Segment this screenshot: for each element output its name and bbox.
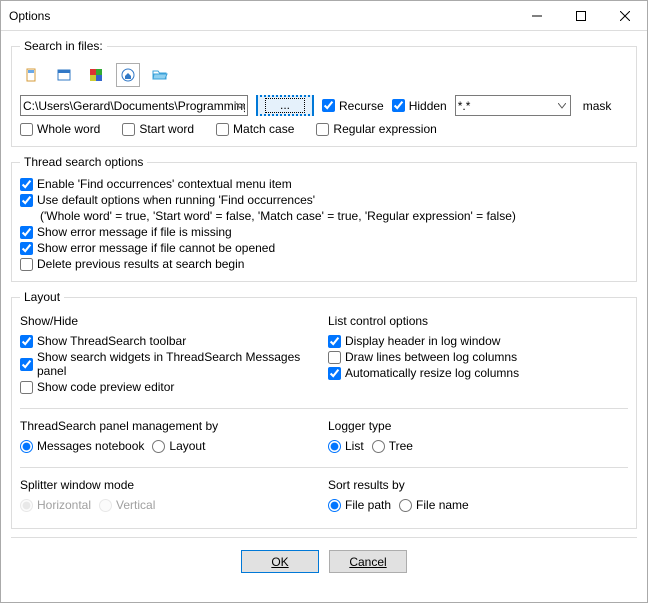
sort-group: Sort results by File path File name xyxy=(328,474,628,514)
search-in-files-legend: Search in files: xyxy=(20,39,107,53)
layout-top-columns: Show/Hide Show ThreadSearch toolbar Show… xyxy=(20,310,628,402)
layout-mid-columns: ThreadSearch panel management by Message… xyxy=(20,415,628,461)
delete-prev-checkbox[interactable]: Delete previous results at search begin xyxy=(20,257,244,271)
layout-legend: Layout xyxy=(20,290,64,304)
toolbar-row xyxy=(20,63,628,87)
show-preview-checkbox[interactable]: Show code preview editor xyxy=(20,380,174,394)
show-toolbar-checkbox[interactable]: Show ThreadSearch toolbar xyxy=(20,334,186,348)
mask-input[interactable] xyxy=(455,95,571,116)
mask-combo[interactable] xyxy=(455,95,571,116)
layout-group: Layout Show/Hide Show ThreadSearch toolb… xyxy=(11,290,637,529)
sort-name-radio[interactable]: File name xyxy=(399,498,469,512)
browse-button[interactable]: ... xyxy=(256,95,314,116)
thread-options-group: Thread search options Enable 'Find occur… xyxy=(11,155,637,282)
titlebar: Options xyxy=(1,1,647,31)
separator xyxy=(20,408,628,409)
sort-path-radio[interactable]: File path xyxy=(328,498,391,512)
close-button[interactable] xyxy=(603,1,647,30)
separator xyxy=(11,537,637,538)
logger-list-radio[interactable]: List xyxy=(328,439,364,453)
content: Search in files: ... Recurse Hidden xyxy=(1,31,647,602)
window-title: Options xyxy=(9,9,515,23)
splitter-group: Splitter window mode Horizontal Vertical xyxy=(20,474,320,514)
separator xyxy=(20,467,628,468)
show-widgets-checkbox[interactable]: Show search widgets in ThreadSearch Mess… xyxy=(20,350,320,378)
show-hide-legend: Show/Hide xyxy=(20,314,320,328)
colors-icon[interactable] xyxy=(84,63,108,87)
show-hide-group: Show/Hide Show ThreadSearch toolbar Show… xyxy=(20,310,320,396)
splitter-horizontal-radio: Horizontal xyxy=(20,498,91,512)
window-icon[interactable] xyxy=(52,63,76,87)
path-row: ... Recurse Hidden mask xyxy=(20,95,628,116)
logger-tree-radio[interactable]: Tree xyxy=(372,439,413,453)
dialog-buttons: OK Cancel xyxy=(11,544,637,583)
draw-lines-checkbox[interactable]: Draw lines between log columns xyxy=(328,350,517,364)
path-combo[interactable] xyxy=(20,95,248,116)
panel-layout-radio[interactable]: Layout xyxy=(152,439,205,453)
panel-mgmt-legend: ThreadSearch panel management by xyxy=(20,419,320,433)
start-word-checkbox[interactable]: Start word xyxy=(122,122,194,136)
layout-bottom-columns: Splitter window mode Horizontal Vertical… xyxy=(20,474,628,520)
logger-type-legend: Logger type xyxy=(328,419,628,433)
options-window: Options Search in files: ... Recurse xyxy=(0,0,648,603)
use-default-hint: ('Whole word' = true, 'Start word' = fal… xyxy=(20,209,516,223)
enable-find-occurrences-checkbox[interactable]: Enable 'Find occurrences' contextual men… xyxy=(20,177,292,191)
panel-messages-radio[interactable]: Messages notebook xyxy=(20,439,144,453)
thread-options-legend: Thread search options xyxy=(20,155,147,169)
regex-checkbox[interactable]: Regular expression xyxy=(316,122,436,136)
auto-resize-checkbox[interactable]: Automatically resize log columns xyxy=(328,366,519,380)
list-control-legend: List control options xyxy=(328,314,628,328)
recurse-checkbox[interactable]: Recurse xyxy=(322,99,384,113)
ok-button[interactable]: OK xyxy=(241,550,319,573)
path-input[interactable] xyxy=(20,95,248,116)
whole-word-checkbox[interactable]: Whole word xyxy=(20,122,100,136)
use-default-checkbox[interactable]: Use default options when running 'Find o… xyxy=(20,193,315,207)
search-options-row: Whole word Start word Match case Regular… xyxy=(20,122,628,136)
home-icon[interactable] xyxy=(116,63,140,87)
logger-type-group: Logger type List Tree xyxy=(328,415,628,455)
splitter-vertical-radio: Vertical xyxy=(99,498,155,512)
match-case-checkbox[interactable]: Match case xyxy=(216,122,294,136)
err-open-checkbox[interactable]: Show error message if file cannot be ope… xyxy=(20,241,275,255)
list-control-group: List control options Display header in l… xyxy=(328,310,628,396)
maximize-button[interactable] xyxy=(559,1,603,30)
err-missing-checkbox[interactable]: Show error message if file is missing xyxy=(20,225,232,239)
display-header-checkbox[interactable]: Display header in log window xyxy=(328,334,500,348)
minimize-button[interactable] xyxy=(515,1,559,30)
sort-legend: Sort results by xyxy=(328,478,628,492)
mask-label: mask xyxy=(583,99,612,113)
folder-open-icon[interactable] xyxy=(148,63,172,87)
panel-mgmt-group: ThreadSearch panel management by Message… xyxy=(20,415,320,455)
cancel-button[interactable]: Cancel xyxy=(329,550,407,573)
search-in-files-group: Search in files: ... Recurse Hidden xyxy=(11,39,637,147)
splitter-legend: Splitter window mode xyxy=(20,478,320,492)
hidden-checkbox[interactable]: Hidden xyxy=(392,99,447,113)
doc-icon[interactable] xyxy=(20,63,44,87)
